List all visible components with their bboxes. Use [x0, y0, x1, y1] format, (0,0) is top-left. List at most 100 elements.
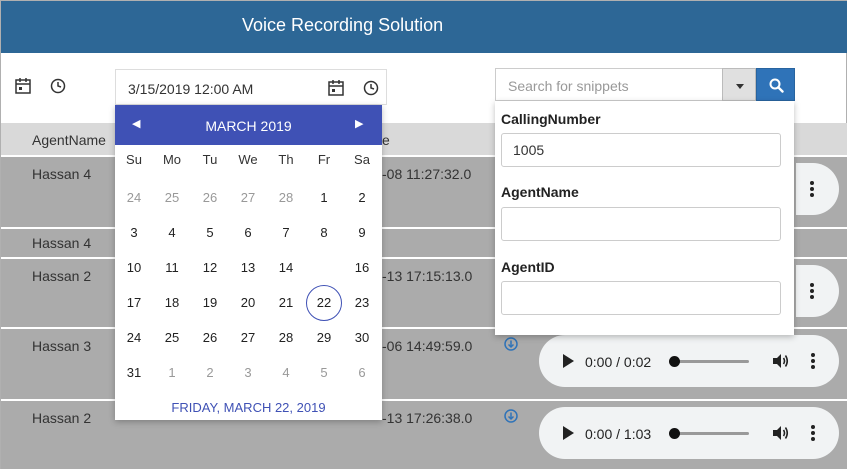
calendar-day[interactable]: 24: [115, 320, 153, 356]
calendar-day[interactable]: 30: [343, 320, 381, 356]
agent-id-field[interactable]: [501, 281, 781, 315]
calendar-day[interactable]: 2: [191, 355, 229, 391]
calendar-day[interactable]: 24: [115, 180, 153, 216]
calendar-day-number: 13: [240, 260, 256, 275]
audio-player[interactable]: 0:00 / 0:02: [539, 335, 839, 387]
seek-thumb[interactable]: [669, 428, 680, 439]
calendar-day-number: 6: [358, 365, 366, 380]
calling-number-label: CallingNumber: [501, 111, 601, 127]
weekday-label: Su: [126, 152, 142, 167]
calendar-day[interactable]: 17: [115, 285, 153, 321]
calendar-day[interactable]: 3: [115, 215, 153, 251]
volume-icon[interactable]: [771, 424, 789, 442]
calendar-day[interactable]: 13: [229, 250, 267, 286]
player-time: 0:00 / 1:03: [585, 426, 652, 442]
calendar-day[interactable]: 4: [153, 215, 191, 251]
calendar-day[interactable]: 20: [229, 285, 267, 321]
calendar-day-number: 4: [168, 225, 176, 240]
calendar-day[interactable]: 5: [191, 215, 229, 251]
calendar-day-number: 21: [278, 295, 294, 310]
calendar-day[interactable]: 15: [305, 250, 343, 286]
calendar-day-number: 4: [282, 365, 290, 380]
calendar-day-number: 9: [358, 225, 366, 240]
audio-player[interactable]: [796, 265, 839, 317]
clock-icon[interactable]: [362, 79, 380, 97]
search-dropdown-toggle[interactable]: [722, 68, 756, 101]
download-icon[interactable]: [504, 409, 518, 423]
calendar-day[interactable]: 18: [153, 285, 191, 321]
seek-bar[interactable]: [673, 360, 749, 363]
calendar-day[interactable]: 7: [267, 215, 305, 251]
calendar-selected-date[interactable]: FRIDAY, MARCH 22, 2019: [115, 400, 382, 415]
calendar-icon[interactable]: [327, 79, 345, 97]
next-month-icon[interactable]: ▶: [355, 117, 363, 130]
calendar-day-number: 6: [244, 225, 252, 240]
calendar-day[interactable]: 22: [305, 285, 343, 321]
calendar-day[interactable]: 4: [267, 355, 305, 391]
more-options-icon[interactable]: [809, 282, 815, 300]
snippet-filter-panel: CallingNumber 1005 AgentName AgentID: [495, 101, 794, 335]
calendar-day[interactable]: 9: [343, 215, 381, 251]
row-agent-name: Hassan 2: [32, 268, 92, 284]
calendar-day[interactable]: 10: [115, 250, 153, 286]
calendar-day-number: 5: [206, 225, 214, 240]
calendar-day[interactable]: 8: [305, 215, 343, 251]
calendar-day-number: 5: [320, 365, 328, 380]
calendar-day[interactable]: 31: [115, 355, 153, 391]
audio-player[interactable]: 0:00 / 1:03: [539, 407, 839, 459]
seek-thumb[interactable]: [669, 356, 680, 367]
calling-number-field[interactable]: 1005: [501, 133, 781, 167]
clock-icon[interactable]: [49, 77, 67, 95]
calendar-day-number: 12: [202, 260, 218, 275]
app-title: Voice Recording Solution: [242, 15, 444, 35]
calendar-day[interactable]: 3: [229, 355, 267, 391]
more-options-icon[interactable]: [810, 352, 816, 370]
calendar-day[interactable]: 12: [191, 250, 229, 286]
calendar-day[interactable]: 6: [343, 355, 381, 391]
more-options-icon[interactable]: [810, 424, 816, 442]
calendar-day-number: 10: [126, 260, 142, 275]
more-options-icon[interactable]: [809, 180, 815, 198]
calendar-header: ◀ MARCH 2019 ▶: [115, 105, 382, 145]
calendar-day[interactable]: 6: [229, 215, 267, 251]
download-icon[interactable]: [504, 337, 518, 351]
calendar-day[interactable]: 28: [267, 320, 305, 356]
calendar-day[interactable]: 1: [305, 180, 343, 216]
calendar-day-number: 14: [278, 260, 294, 275]
calendar-day[interactable]: 5: [305, 355, 343, 391]
calendar-day[interactable]: 26: [191, 320, 229, 356]
calendar-day[interactable]: 29: [305, 320, 343, 356]
row-datetime: -06 14:49:59.0: [382, 338, 473, 354]
search-input[interactable]: Search for snippets: [495, 68, 723, 101]
calendar-day[interactable]: 28: [267, 180, 305, 216]
calendar-day[interactable]: 16: [343, 250, 381, 286]
volume-icon[interactable]: [771, 352, 789, 370]
weekday-label: Fr: [317, 152, 331, 167]
calendar-day-number: 18: [164, 295, 180, 310]
calendar-day[interactable]: 21: [267, 285, 305, 321]
calendar-day-number: 30: [354, 330, 370, 345]
calendar-day-number: 19: [202, 295, 218, 310]
calendar-day[interactable]: 23: [343, 285, 381, 321]
calendar-day[interactable]: 25: [153, 320, 191, 356]
play-icon[interactable]: [559, 424, 577, 442]
calendar-day[interactable]: 25: [153, 180, 191, 216]
calendar-day[interactable]: 27: [229, 180, 267, 216]
calendar-day[interactable]: 26: [191, 180, 229, 216]
seek-bar[interactable]: [673, 432, 749, 435]
audio-player[interactable]: [796, 163, 839, 215]
play-icon[interactable]: [559, 352, 577, 370]
calendar-day[interactable]: 14: [267, 250, 305, 286]
calendar-icon[interactable]: [14, 77, 32, 95]
calendar-day[interactable]: 27: [229, 320, 267, 356]
calendar-day-number: 26: [202, 190, 218, 205]
calendar-day-number: 31: [126, 365, 142, 380]
calendar-day[interactable]: 11: [153, 250, 191, 286]
agent-name-field[interactable]: [501, 207, 781, 241]
calendar-day[interactable]: 19: [191, 285, 229, 321]
calendar-day[interactable]: 1: [153, 355, 191, 391]
calendar-day[interactable]: 2: [343, 180, 381, 216]
date-input[interactable]: 3/15/2019 12:00 AM: [115, 69, 387, 105]
weekday-label: Tu: [202, 152, 218, 167]
search-button[interactable]: [756, 68, 795, 101]
